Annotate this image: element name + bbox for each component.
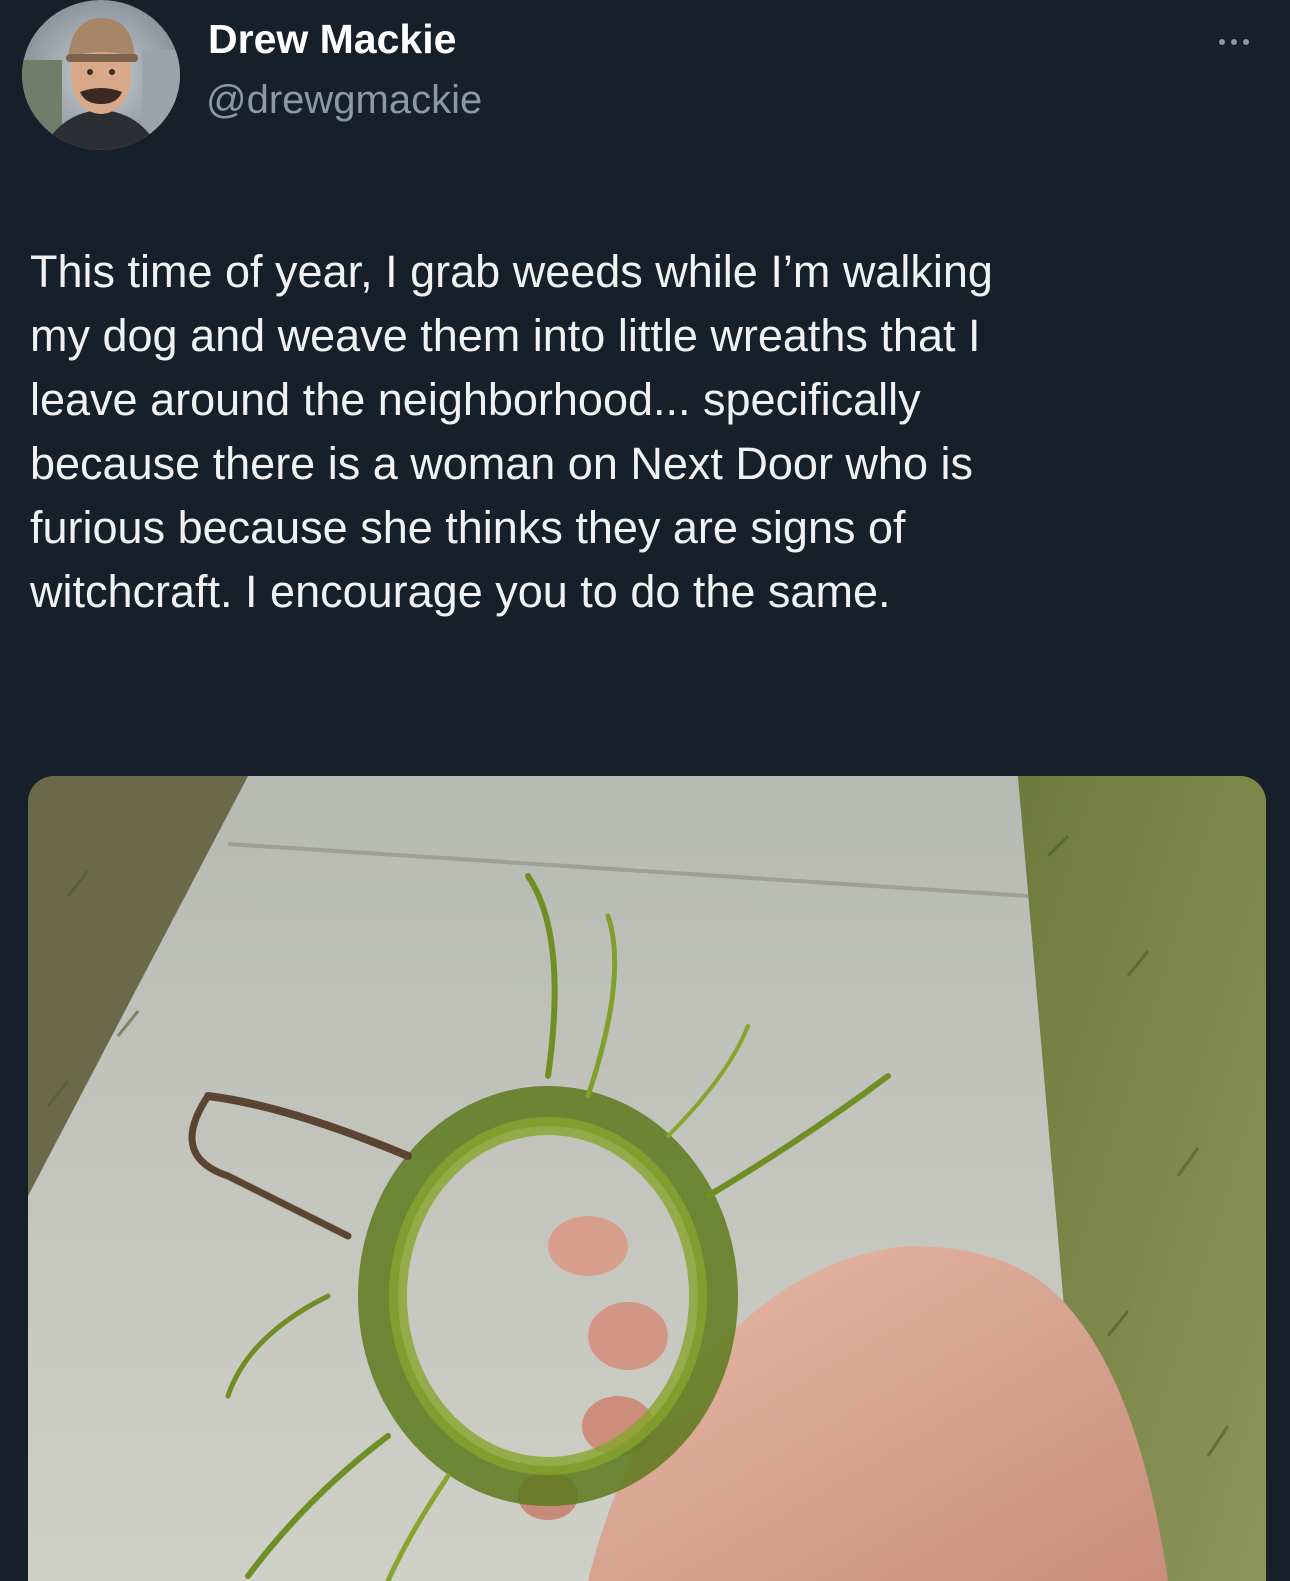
tweet-text-line: my dog and weave them into little wreath… [30,310,981,361]
dot [1219,39,1225,45]
weed-wreath-photo [28,776,1266,1581]
more-options-icon[interactable] [1204,30,1264,54]
tweet-text-line: leave around the neighborhood... specifi… [30,374,921,425]
tweet-text-line: witchcraft. I encourage you to do the sa… [30,566,891,617]
tweet-photo[interactable] [28,776,1266,1581]
tweet-text-line: furious because she thinks they are sign… [30,502,906,553]
dot [1243,39,1249,45]
author-display-name[interactable]: Drew Mackie [208,16,456,63]
author-avatar[interactable] [22,0,180,150]
profile-photo-icon [22,0,180,150]
tweet-text-line: This time of year, I grab weeds while I’… [30,246,993,297]
tweet: Drew Mackie @drewgmackie This time of ye… [0,0,1290,1581]
tweet-text: This time of year, I grab weeds while I’… [30,240,1270,624]
dot [1231,39,1237,45]
tweet-text-line: because there is a woman on Next Door wh… [30,438,973,489]
author-handle[interactable]: @drewgmackie [206,78,482,123]
